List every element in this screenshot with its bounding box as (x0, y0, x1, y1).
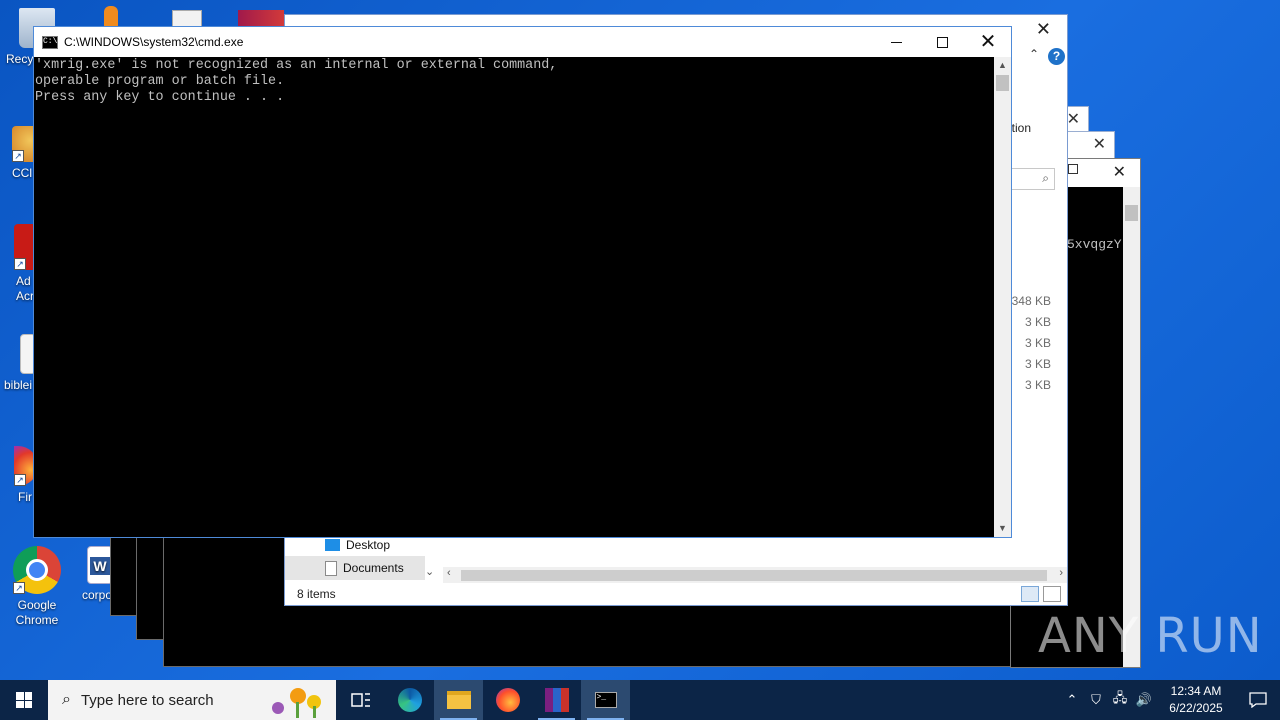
system-tray: ⌃ ⛉ 🖧 🔊 12:34 AM 6/22/2025 (1060, 680, 1280, 720)
security-icon[interactable]: ⛉ (1084, 692, 1108, 708)
scrollbar-thumb[interactable] (461, 570, 1047, 581)
collapse-ribbon-icon[interactable]: ⌃ (1029, 47, 1039, 61)
minimize-icon (890, 41, 902, 43)
minimize-button[interactable] (873, 27, 919, 57)
file-size: 348 KB (1011, 294, 1051, 308)
scrollbar-thumb[interactable] (996, 75, 1009, 91)
anyrun-watermark: ANY RUN (1038, 608, 1263, 664)
icon-label: Google Chrome (15, 598, 59, 627)
chevron-down-icon[interactable]: ⌄ (425, 565, 434, 578)
scroll-left-icon[interactable]: ‹ (447, 567, 451, 579)
taskbar-firefox[interactable] (483, 680, 532, 720)
nav-item-documents[interactable]: Documents (285, 556, 425, 580)
close-icon[interactable]: ✕ (1036, 19, 1051, 40)
ribbon-label[interactable]: tion (1012, 121, 1031, 135)
large-icons-view-icon[interactable] (1043, 586, 1061, 602)
notification-icon (1249, 692, 1267, 708)
maximize-icon[interactable] (1068, 164, 1078, 174)
task-view-icon (350, 693, 370, 707)
firefox-icon (495, 688, 520, 712)
taskbar-file-explorer[interactable] (434, 680, 483, 720)
desktop: Recy ↗ CCl ↗ Ad Acr biblei ↗ Fir ↗ Googl… (0, 0, 1280, 680)
console-output: 5xvqgzY (1067, 237, 1122, 252)
clock[interactable]: 12:34 AM 6/22/2025 (1156, 683, 1236, 717)
cmd-window[interactable]: C:\ C:\WINDOWS\system32\cmd.exe ✕ 'xmrig… (33, 26, 1012, 538)
clock-date: 6/22/2025 (1169, 701, 1223, 715)
winrar-icon (544, 688, 569, 712)
chrome-shortcut[interactable]: ↗ Google Chrome (0, 546, 74, 628)
chrome-icon: ↗ (13, 546, 61, 594)
vertical-scrollbar[interactable] (1123, 187, 1140, 667)
maximize-icon (936, 36, 948, 48)
file-size-column: 348 KB 3 KB 3 KB 3 KB 3 KB (1012, 293, 1051, 398)
search-highlight-flowers-icon (272, 688, 321, 718)
nav-label: Desktop (346, 538, 391, 552)
clock-time: 12:34 AM (1170, 684, 1222, 698)
edge-icon (397, 688, 422, 712)
network-icon[interactable]: 🖧 (1108, 689, 1132, 711)
nav-label: Documents (343, 561, 404, 575)
volume-icon[interactable]: 🔊 (1132, 692, 1156, 708)
taskbar-search[interactable]: ⌕ Type here to search (48, 680, 336, 720)
cmd-icon: >_ (594, 692, 617, 708)
close-icon[interactable]: ✕ (1113, 162, 1126, 182)
file-size: 3 KB (1024, 315, 1051, 329)
view-switcher[interactable] (1021, 586, 1061, 602)
cmd-app-icon: C:\ (42, 35, 58, 49)
notifications-button[interactable] (1236, 692, 1280, 708)
console-output[interactable]: 'xmrig.exe' is not recognized as an inte… (34, 57, 994, 537)
shortcut-arrow-icon: ↗ (14, 258, 26, 270)
file-size: 3 KB (1024, 336, 1051, 350)
scroll-up-icon[interactable]: ▲ (994, 57, 1011, 74)
window-titlebar[interactable]: C:\ C:\WINDOWS\system32\cmd.exe ✕ (34, 27, 1011, 57)
start-button[interactable] (0, 680, 48, 720)
task-view-button[interactable] (336, 680, 385, 720)
window-title: C:\WINDOWS\system32\cmd.exe (64, 35, 244, 49)
file-size: 3 KB (1024, 378, 1051, 392)
shortcut-arrow-icon: ↗ (12, 150, 24, 162)
desktop-folder-icon (325, 539, 340, 551)
search-placeholder: Type here to search (80, 691, 214, 709)
folder-icon (446, 691, 471, 709)
scrollbar-thumb[interactable] (1125, 205, 1138, 221)
shortcut-arrow-icon: ↗ (14, 474, 26, 486)
vertical-scrollbar[interactable]: ▲ ▼ (994, 57, 1011, 537)
shortcut-arrow-icon: ↗ (13, 582, 25, 594)
windows-logo-icon (16, 692, 32, 708)
taskbar-edge[interactable] (385, 680, 434, 720)
close-icon[interactable]: ✕ (1093, 134, 1106, 154)
close-icon: ✕ (979, 31, 997, 53)
close-icon[interactable]: ✕ (1067, 109, 1080, 129)
vlc-icon[interactable] (104, 6, 118, 26)
scroll-right-icon[interactable]: › (1059, 567, 1063, 579)
horizontal-scrollbar[interactable]: ‹ › (443, 567, 1067, 583)
maximize-button[interactable] (919, 27, 965, 57)
status-item-count: 8 items (297, 587, 336, 601)
file-size: 3 KB (1024, 357, 1051, 371)
search-icon: ⌕ (62, 691, 71, 708)
scroll-down-icon[interactable]: ▼ (994, 520, 1011, 537)
help-icon[interactable]: ? (1048, 48, 1065, 65)
taskbar-winrar[interactable] (532, 680, 581, 720)
taskbar: ⌕ Type here to search >_ ⌃ ⛉ 🖧 🔊 12:34 A… (0, 680, 1280, 720)
taskbar-cmd[interactable]: >_ (581, 680, 630, 720)
search-icon: ⌕ (1042, 171, 1049, 185)
chevron-up-icon[interactable]: ⌃ (1060, 692, 1084, 708)
details-view-icon[interactable] (1021, 586, 1039, 602)
close-button[interactable]: ✕ (965, 27, 1011, 57)
documents-icon (325, 560, 337, 576)
